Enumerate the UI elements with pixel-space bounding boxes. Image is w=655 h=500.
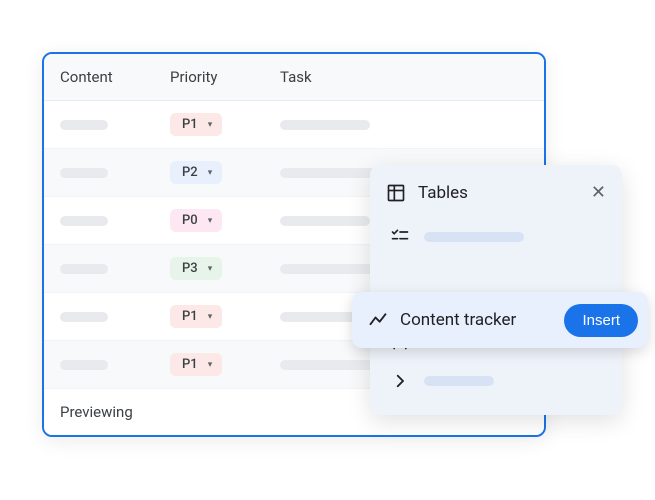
insert-button[interactable]: Insert — [564, 304, 638, 337]
priority-label: P1 — [182, 117, 198, 132]
popup-item-label: Content tracker — [400, 310, 552, 330]
popup-header: Tables ✕ — [370, 175, 622, 217]
cell-priority[interactable]: P1 ▾ — [154, 113, 264, 136]
cell-priority[interactable]: P1 ▾ — [154, 353, 264, 376]
chevron-right-icon — [390, 371, 410, 391]
popup-item-placeholder — [424, 376, 494, 386]
table-header-row: Content Priority Task — [44, 54, 544, 101]
content-placeholder — [60, 216, 108, 226]
column-header-content[interactable]: Content — [44, 54, 154, 100]
chevron-down-icon: ▾ — [208, 312, 213, 322]
table-row[interactable]: P1 ▾ — [44, 101, 544, 149]
priority-label: P1 — [182, 309, 198, 324]
task-placeholder — [280, 120, 370, 130]
priority-label: P0 — [182, 213, 198, 228]
cell-content[interactable] — [44, 120, 154, 130]
chevron-down-icon: ▾ — [208, 264, 213, 274]
chevron-down-icon: ▾ — [208, 360, 213, 370]
cell-priority[interactable]: P1 ▾ — [154, 305, 264, 328]
priority-label: P3 — [182, 261, 198, 276]
priority-label: P2 — [182, 165, 198, 180]
cell-content[interactable] — [44, 216, 154, 226]
popup-item-content-tracker[interactable]: Content tracker Insert — [352, 292, 648, 348]
column-header-priority[interactable]: Priority — [154, 54, 264, 100]
popup-item-more[interactable] — [370, 361, 622, 401]
content-placeholder — [60, 360, 108, 370]
chevron-down-icon: ▾ — [208, 168, 213, 178]
content-placeholder — [60, 264, 108, 274]
cell-content[interactable] — [44, 168, 154, 178]
cell-priority[interactable]: P3 ▾ — [154, 257, 264, 280]
cell-content[interactable] — [44, 264, 154, 274]
priority-chip[interactable]: P1 ▾ — [170, 305, 222, 328]
trend-icon — [368, 310, 388, 330]
priority-chip[interactable]: P2 ▾ — [170, 161, 222, 184]
table-icon — [386, 183, 406, 203]
chevron-down-icon: ▾ — [208, 120, 213, 130]
content-placeholder — [60, 312, 108, 322]
task-placeholder — [280, 216, 370, 226]
chevron-down-icon: ▾ — [208, 216, 213, 226]
column-header-task[interactable]: Task — [264, 54, 544, 100]
tables-popup: Tables ✕ — [370, 165, 622, 415]
cell-content[interactable] — [44, 312, 154, 322]
content-placeholder — [60, 120, 108, 130]
priority-chip[interactable]: P1 ▾ — [170, 353, 222, 376]
cell-task[interactable] — [264, 120, 544, 130]
priority-chip[interactable]: P0 ▾ — [170, 209, 222, 232]
priority-chip[interactable]: P1 ▾ — [170, 113, 222, 136]
popup-title: Tables — [418, 183, 579, 203]
priority-chip[interactable]: P3 ▾ — [170, 257, 222, 280]
cell-priority[interactable]: P0 ▾ — [154, 209, 264, 232]
popup-item-placeholder — [424, 232, 524, 242]
popup-item-checklist[interactable] — [370, 217, 622, 257]
close-icon[interactable]: ✕ — [591, 184, 606, 202]
priority-label: P1 — [182, 357, 198, 372]
cell-priority[interactable]: P2 ▾ — [154, 161, 264, 184]
cell-content[interactable] — [44, 360, 154, 370]
checklist-icon — [390, 227, 410, 247]
content-placeholder — [60, 168, 108, 178]
